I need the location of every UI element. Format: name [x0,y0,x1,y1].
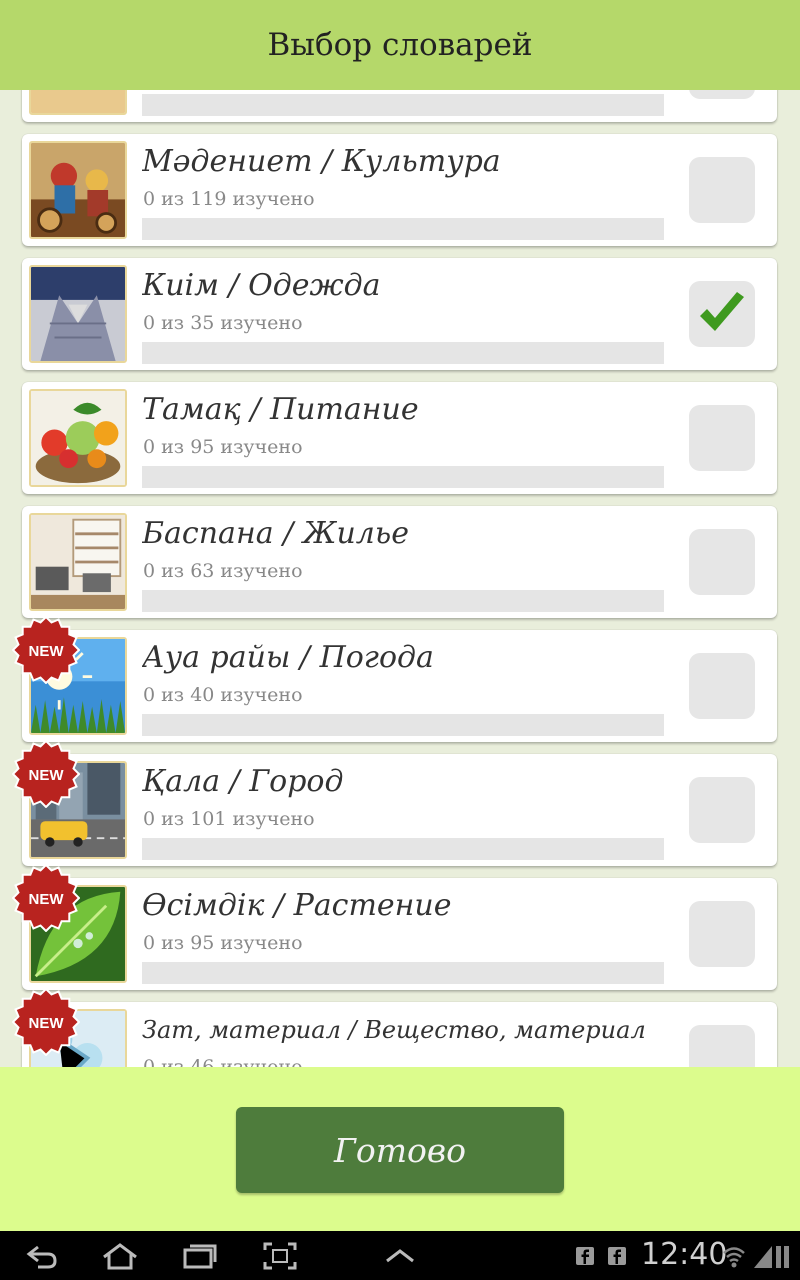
item-progress-text: 0 из 35 изучено [143,312,303,334]
item-title: Зат, материал / Вещество, материал [142,1016,646,1044]
item-progress-bar [142,962,664,984]
item-checkbox[interactable] [689,1025,755,1067]
item-progress-bar [142,590,664,612]
new-badge: NEW [11,739,81,809]
item-progress-bar [142,342,664,364]
item-title: Тамақ / Питание [142,392,419,427]
item-title: Киім / Одежда [142,268,381,303]
clock-thumb [29,90,127,115]
new-badge-label: NEW [29,767,65,784]
new-badge: NEW [11,987,81,1057]
item-progress-bar [142,466,664,488]
wifi-icon [723,1247,745,1268]
signal-icon [754,1246,789,1268]
item-progress-text: 0 из 46 изучено [143,1056,303,1067]
item-progress-text: 0 из 95 изучено [143,932,303,954]
facebook-icon [576,1247,594,1265]
menu-up-icon[interactable] [384,1241,416,1271]
dictionary-item[interactable]: Баспана / Жилье 0 из 63 изучено [22,506,777,618]
dictionary-list[interactable]: Мәдениет / Культура 0 из 119 изучено Киім … [0,90,800,1067]
item-checkbox[interactable] [689,777,755,843]
dictionary-item[interactable]: NEW Өсімдік / Растение 0 из 95 изучено [11,863,777,990]
home-icon[interactable] [100,1241,140,1271]
new-badge-label: NEW [29,643,65,660]
new-badge: NEW [11,615,81,685]
item-checkbox[interactable] [689,529,755,595]
system-nav-bar: 12:40 [0,1231,800,1280]
item-title: Қала / Город [142,764,344,799]
item-progress-text: 0 из 63 изучено [143,560,303,582]
recent-apps-icon[interactable] [182,1241,218,1271]
item-progress-bar [142,218,664,240]
item-progress-text: 0 из 40 изучено [143,684,303,706]
food-thumb [29,389,127,487]
facebook-icon [608,1247,626,1265]
new-badge-label: NEW [29,891,65,908]
screenshot-icon[interactable] [262,1241,298,1271]
dictionary-item[interactable]: NEW Зат, материал / Вещество, материал 0 и… [11,987,777,1067]
dictionary-item[interactable]: Тамақ / Питание 0 из 95 изучено [22,382,777,494]
item-progress-text: 0 из 101 изучено [143,808,315,830]
back-icon[interactable] [24,1241,60,1271]
dictionary-item[interactable]: Мәдениет / Культура 0 из 119 изучено [22,134,777,246]
item-progress-bar [142,838,664,860]
item-title: Мәдениет / Культура [142,144,501,179]
item-title: Ауа райы / Погода [142,640,434,675]
app-header: Выбор словарей [0,0,800,90]
dictionary-item[interactable]: Киім / Одежда 0 из 35 изучено [22,258,777,370]
item-checkbox[interactable] [689,157,755,223]
clothes-thumb [29,265,127,363]
item-checkbox[interactable] [689,653,755,719]
item-progress-text: 0 из 95 изучено [143,436,303,458]
new-badge-label: NEW [29,1015,65,1032]
item-title: Баспана / Жилье [142,516,409,551]
dictionary-item[interactable]: NEW Қала / Город 0 из 101 изучено [11,739,777,866]
page-title: Выбор словарей [267,27,533,63]
housing-thumb [29,513,127,611]
done-button[interactable]: Готово [236,1107,564,1193]
item-checkbox[interactable] [689,90,755,99]
footer-bar: Готово [0,1067,800,1231]
item-progress-text: 0 из 119 изучено [143,188,315,210]
culture-thumb [29,141,127,239]
item-checkbox[interactable] [689,281,755,347]
dictionary-item[interactable]: NEW Ауа райы / Погода 0 из 40 изучено [11,615,777,742]
item-title: Өсімдік / Растение [142,888,452,923]
new-badge: NEW [11,863,81,933]
status-clock: 12:40 [641,1237,728,1272]
dictionary-item[interactable] [22,90,777,122]
item-checkbox[interactable] [689,405,755,471]
item-progress-bar [142,714,664,736]
item-checkbox[interactable] [689,901,755,967]
checkmark-icon [700,292,744,331]
item-progress-bar [142,94,664,116]
